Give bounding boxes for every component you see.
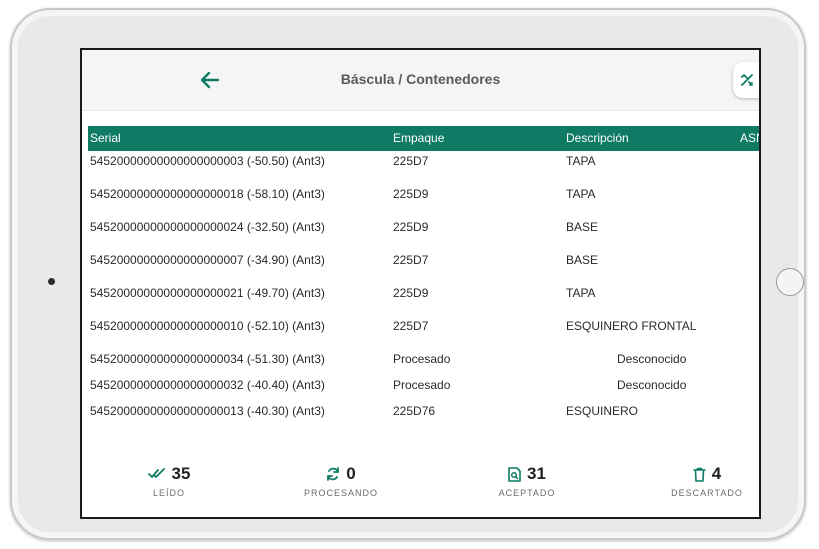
cell-empaque: 225D7 (393, 154, 429, 168)
cell-empaque: 225D7 (393, 253, 429, 267)
cell-descripcion: TAPA (566, 154, 596, 168)
table-row[interactable]: 54520000000000000000010 (-52.10) (Ant3) … (82, 319, 759, 339)
cell-empaque: 225D7 (393, 319, 429, 333)
cell-serial: 54520000000000000000013 (-40.30) (Ant3) (90, 404, 325, 418)
stat-label: PROCESANDO (303, 488, 378, 498)
double-check-icon (147, 468, 165, 478)
stat-procesando[interactable]: 0 PROCESANDO (281, 462, 401, 498)
tools-button[interactable] (733, 62, 759, 98)
cell-empaque: 225D9 (393, 187, 429, 201)
home-button[interactable] (776, 268, 804, 296)
stat-value: 35 (171, 464, 191, 483)
cell-serial: 54520000000000000000003 (-50.50) (Ant3) (90, 154, 325, 168)
cell-descripcion: BASE (566, 220, 599, 234)
sync-icon (327, 467, 340, 481)
table-row[interactable]: 54520000000000000000007 (-34.90) (Ant3) … (82, 253, 759, 273)
table-row[interactable]: 54520000000000000000034 (-51.30) (Ant3) … (82, 352, 759, 372)
stat-label: ACEPTADO (498, 488, 556, 498)
stat-value: 31 (527, 464, 546, 483)
cell-empaque: 225D9 (393, 286, 429, 300)
cell-serial: 54520000000000000000024 (-32.50) (Ant3) (90, 220, 325, 234)
cell-descripcion: ESQUINERO (566, 404, 639, 418)
header-empaque[interactable]: Empaque (393, 131, 444, 145)
table-row[interactable]: 54520000000000000000024 (-32.50) (Ant3) … (82, 220, 759, 240)
app-bar: Báscula / Contenedores (82, 50, 759, 111)
tablet-frame: Báscula / Contenedores Serial Empaque De… (10, 8, 806, 540)
cell-descripcion: Desconocido (617, 352, 687, 366)
stat-value: 4 (711, 464, 722, 483)
cell-empaque: 225D9 (393, 220, 429, 234)
cell-empaque: 225D76 (393, 404, 436, 418)
table-row[interactable]: 54520000000000000000018 (-58.10) (Ant3) … (82, 187, 759, 207)
camera-dot (48, 278, 55, 285)
stat-leido[interactable]: 35 LEÍDO (109, 462, 229, 498)
tools-icon (741, 74, 753, 86)
cell-serial: 54520000000000000000034 (-51.30) (Ant3) (90, 352, 325, 366)
table-header: Serial Empaque Descripción ASN (88, 126, 759, 151)
header-serial[interactable]: Serial (90, 131, 121, 145)
header-descripcion[interactable]: Descripción (566, 131, 629, 145)
cell-serial: 54520000000000000000021 (-49.70) (Ant3) (90, 286, 325, 300)
cell-descripcion: TAPA (566, 286, 596, 300)
stat-descartado[interactable]: 4 DESCARTADO (647, 462, 759, 498)
table-row[interactable]: 54520000000000000000021 (-49.70) (Ant3) … (82, 286, 759, 306)
document-search-icon (508, 466, 521, 482)
cell-descripcion: ESQUINERO FRONTAL (566, 319, 697, 333)
cell-serial: 54520000000000000000018 (-58.10) (Ant3) (90, 187, 325, 201)
cell-descripcion: TAPA (566, 187, 596, 201)
table-row[interactable]: 54520000000000000000003 (-50.50) (Ant3) … (82, 154, 759, 174)
cell-descripcion: Desconocido (617, 378, 687, 392)
cell-empaque: Procesado (393, 378, 451, 392)
trash-icon (692, 467, 706, 482)
screen: Báscula / Contenedores Serial Empaque De… (80, 48, 761, 519)
stat-label: LEÍDO (152, 488, 185, 498)
table-row[interactable]: 54520000000000000000032 (-40.40) (Ant3) … (82, 378, 759, 398)
cell-serial: 54520000000000000000010 (-52.10) (Ant3) (90, 319, 325, 333)
page-title: Báscula / Contenedores (340, 71, 501, 87)
cell-serial: 54520000000000000000007 (-34.90) (Ant3) (90, 253, 325, 267)
cell-empaque: Procesado (393, 352, 451, 366)
stat-aceptado[interactable]: 31 ACEPTADO (467, 462, 587, 498)
table-row[interactable]: 54520000000000000000013 (-40.30) (Ant3) … (82, 404, 759, 424)
status-footer: 35 LEÍDO 0 PROCESANDO 31 ACEPTADO 4 DESC… (82, 462, 759, 517)
stat-value: 0 (346, 464, 356, 483)
cell-descripcion: BASE (566, 253, 599, 267)
stat-label: DESCARTADO (671, 488, 743, 498)
cell-serial: 54520000000000000000032 (-40.40) (Ant3) (90, 378, 325, 392)
header-asn[interactable]: ASN (740, 131, 759, 145)
